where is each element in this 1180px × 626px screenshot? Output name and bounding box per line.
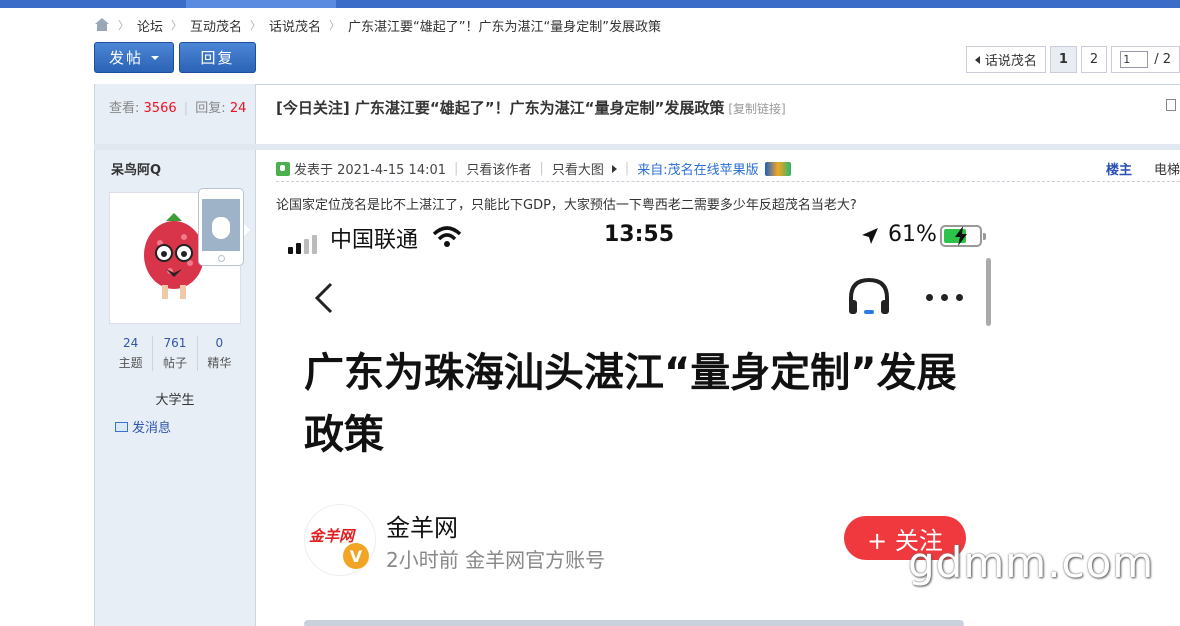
breadcrumb-separator: 〉 bbox=[329, 19, 341, 32]
author-sidebar: 查看: 3566 | 回复: 24 呆鸟阿Q 24 主题 761 帖子 0 精华 大学… bbox=[94, 84, 256, 626]
breadcrumb-board[interactable]: 互动茂名 bbox=[190, 16, 242, 35]
replies-label: 回复: bbox=[195, 101, 226, 116]
pagination: 话说茂名 1 2 1 / 2 bbox=[965, 46, 1180, 73]
page-jump-input[interactable]: 1 bbox=[1120, 51, 1149, 68]
meta-divider: | bbox=[454, 161, 459, 176]
page-jump: 1 / 2 bbox=[1111, 46, 1180, 73]
stat-value: 24 bbox=[123, 336, 139, 350]
page-2-link[interactable]: 2 bbox=[1080, 46, 1108, 73]
phone-status-bar: 中国联通 13:55 61% bbox=[276, 222, 992, 254]
publisher-avatar[interactable]: 金羊网 V bbox=[304, 504, 376, 576]
breadcrumb-separator: 〉 bbox=[250, 19, 262, 32]
back-to-board-label: 话说茂名 bbox=[984, 54, 1037, 69]
thread-title-text: [今日关注] 广东湛江要“雄起了”！广东为湛江“量身定制”发展政策 bbox=[276, 99, 725, 117]
phone-home-button bbox=[218, 255, 225, 262]
author-name[interactable]: 呆鸟阿Q bbox=[111, 159, 161, 178]
post-source-link[interactable]: 来自:茂名在线苹果版 bbox=[637, 159, 758, 178]
headphones-icon[interactable] bbox=[846, 276, 892, 316]
breadcrumb-thread[interactable]: 广东湛江要“雄起了”！广东为湛江“量身定制”发展政策 bbox=[348, 16, 661, 35]
battery-icon bbox=[940, 225, 986, 247]
post-button[interactable]: 发帖 bbox=[94, 42, 174, 73]
stat-label: 精华 bbox=[207, 356, 232, 370]
online-status-icon bbox=[276, 161, 290, 176]
breadcrumb-separator: 〉 bbox=[171, 19, 183, 32]
page-1-link[interactable]: 1 bbox=[1049, 46, 1077, 73]
carrier-name: 中国联通 bbox=[330, 228, 419, 253]
thread-header: [今日关注] 广东湛江要“雄起了”！广东为湛江“量身定制”发展政策 [复制链接] bbox=[256, 84, 1180, 144]
article-headline: 广东为珠海汕头湛江“量身定制”发展政策 bbox=[304, 350, 957, 458]
battery-percent: 61% bbox=[888, 222, 937, 247]
watermark: gdmm.com bbox=[908, 538, 1155, 587]
back-to-board-button[interactable]: 话说茂名 bbox=[965, 46, 1046, 73]
copy-link[interactable]: [复制链接] bbox=[728, 102, 785, 116]
battery-tip bbox=[983, 233, 986, 240]
scrollbar[interactable] bbox=[986, 258, 991, 326]
breadcrumb-forum[interactable]: 论坛 bbox=[137, 16, 163, 35]
stat-value: 761 bbox=[163, 336, 187, 350]
wifi-icon bbox=[432, 226, 462, 247]
only-author-link[interactable]: 只看该作者 bbox=[466, 159, 531, 178]
send-message-label: 发消息 bbox=[132, 421, 172, 436]
thread-title: [今日关注] 广东湛江要“雄起了”！广东为湛江“量身定制”发展政策 [复制链接] bbox=[276, 97, 786, 118]
views-count: 3566 bbox=[143, 101, 177, 116]
thread-stats: 查看: 3566 | 回复: 24 bbox=[109, 97, 246, 116]
page-total: / 2 bbox=[1154, 52, 1171, 67]
stat-label: 主题 bbox=[118, 356, 143, 370]
app-logo-icon bbox=[764, 161, 791, 176]
stat-label: 帖子 bbox=[162, 356, 187, 370]
big-image-link[interactable]: 只看大图 bbox=[552, 159, 604, 178]
more-options-icon[interactable] bbox=[926, 294, 963, 301]
elevator-link[interactable]: 电梯 bbox=[1154, 159, 1180, 178]
verified-badge-icon: V bbox=[343, 543, 369, 569]
author-stat-digest[interactable]: 0 精华 bbox=[198, 336, 241, 371]
views-label: 查看: bbox=[109, 101, 140, 116]
top-bar-tab bbox=[186, 0, 336, 8]
floor-label: 楼主 bbox=[1105, 163, 1132, 178]
meta-divider: | bbox=[539, 161, 544, 176]
envelope-icon bbox=[115, 421, 128, 432]
apple-icon bbox=[212, 217, 230, 239]
chevron-down-icon bbox=[151, 55, 159, 60]
publisher-meta: 2小时前 金羊网官方账号 bbox=[386, 548, 606, 572]
signal-icon bbox=[288, 235, 317, 254]
breadcrumb-subforum[interactable]: 话说茂名 bbox=[269, 16, 321, 35]
breadcrumb: 〉 论坛 〉 互动茂名 〉 话说茂名 〉 广东湛江要“雄起了”！广东为湛江“量身… bbox=[94, 14, 661, 36]
content-preview-bar bbox=[304, 620, 964, 626]
attached-screenshot[interactable]: 中国联通 13:55 61% 广东为珠海汕头湛江“量身定制”发展政策 金羊网 V … bbox=[276, 212, 992, 626]
post-body: 论国家定位茂名是比不上湛江了，只能比下GDP，大家预估一下粤西老二需要多少年反超… bbox=[276, 198, 857, 213]
send-message-link[interactable]: 发消息 bbox=[115, 417, 171, 436]
top-bar bbox=[0, 0, 1180, 8]
author-stat-threads[interactable]: 24 主题 bbox=[109, 336, 154, 371]
charging-bolt-icon bbox=[955, 226, 967, 246]
arrow-left-icon bbox=[974, 55, 980, 64]
bubble-pointer bbox=[244, 224, 250, 236]
home-icon[interactable] bbox=[94, 18, 110, 32]
author-stat-posts[interactable]: 761 帖子 bbox=[153, 336, 198, 371]
apple-device-badge bbox=[198, 188, 244, 266]
status-time: 13:55 bbox=[604, 222, 675, 247]
reply-button-label: 回复 bbox=[200, 49, 235, 67]
post-button-label: 发帖 bbox=[108, 49, 143, 67]
phone-screen bbox=[202, 199, 240, 251]
stat-value: 0 bbox=[215, 336, 224, 350]
caret-right-icon bbox=[611, 164, 617, 173]
location-arrow-icon bbox=[862, 228, 878, 244]
replies-count: 24 bbox=[229, 101, 247, 116]
post-meta: 发表于 2021-4-15 14:01 | 只看该作者 | 只看大图 | 来自:… bbox=[276, 156, 1180, 182]
print-icon[interactable] bbox=[1166, 99, 1176, 111]
publisher-logo: 金羊网 bbox=[309, 527, 355, 545]
publisher-name[interactable]: 金羊网 bbox=[386, 508, 458, 543]
breadcrumb-separator: 〉 bbox=[118, 19, 129, 32]
author-stats: 24 主题 761 帖子 0 精华 bbox=[109, 336, 241, 371]
author-rank: 大学生 bbox=[155, 393, 195, 408]
header-divider bbox=[94, 144, 1180, 150]
stats-divider: | bbox=[183, 101, 189, 116]
post-date: 发表于 2021-4-15 14:01 bbox=[294, 163, 447, 178]
reply-button[interactable]: 回复 bbox=[179, 42, 256, 73]
back-arrow-icon[interactable] bbox=[312, 282, 336, 314]
meta-divider: | bbox=[624, 161, 630, 176]
